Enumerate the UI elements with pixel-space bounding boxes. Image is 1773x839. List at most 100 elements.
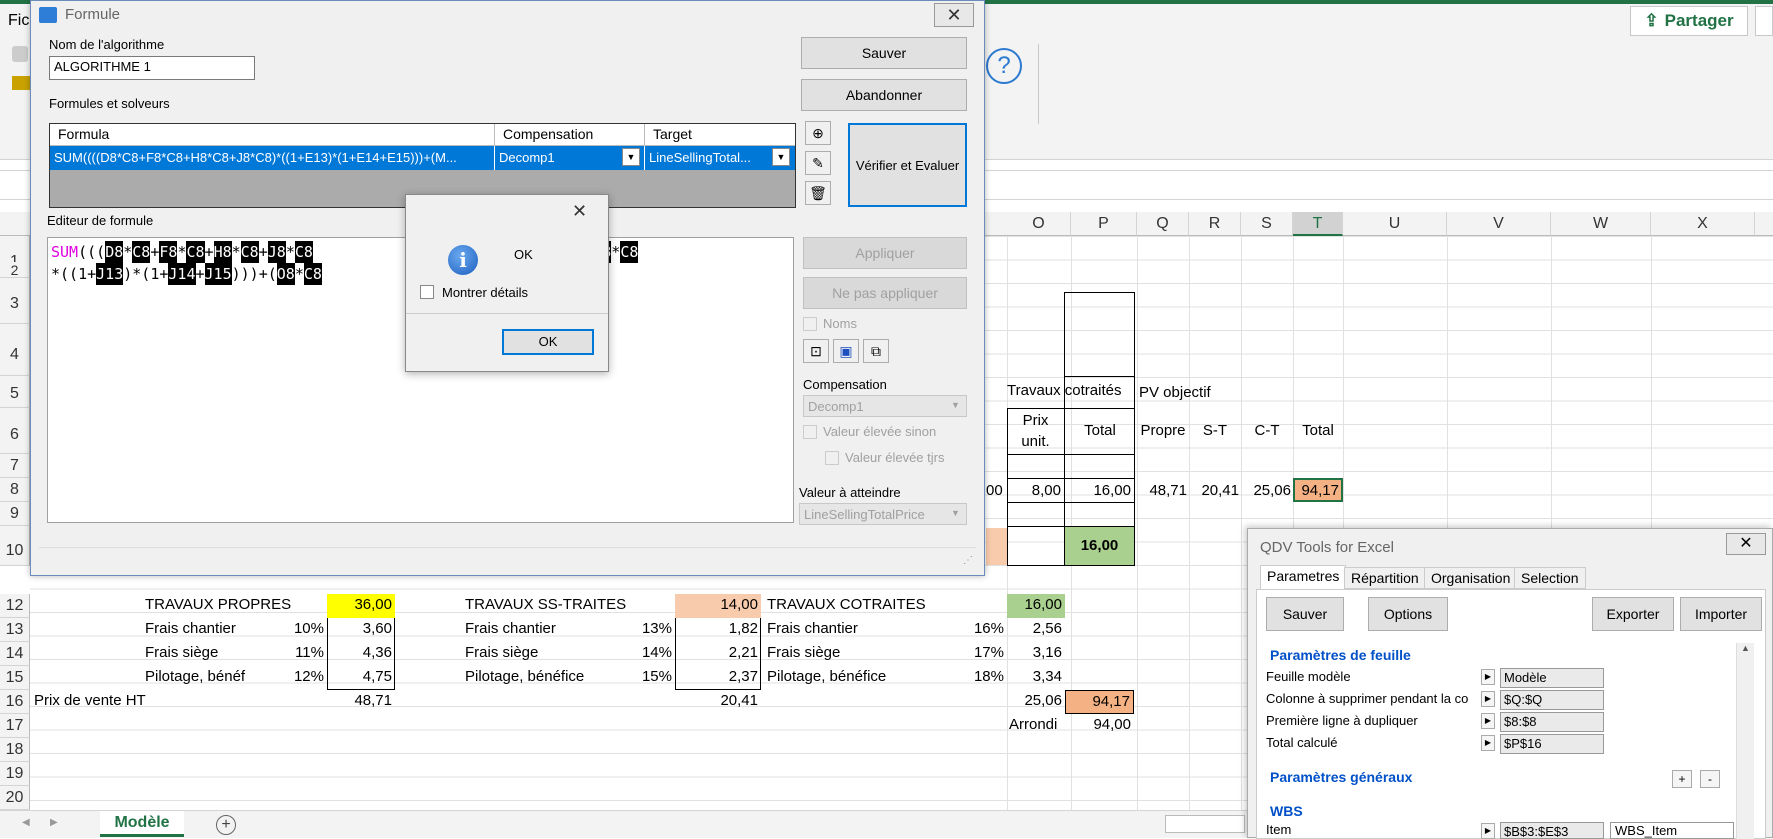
cell-value[interactable]: 4,75 [327,668,392,685]
trash-icon[interactable]: 🗑 [805,181,831,205]
expand-icon[interactable]: ⊡ [803,339,829,363]
cell-ct[interactable]: C-T [1241,422,1293,439]
ok-button[interactable]: OK [502,329,594,355]
remove-icon[interactable]: - [1700,770,1720,788]
tab-repartition[interactable]: Répartition [1344,567,1426,589]
column-header[interactable]: V [1447,212,1551,236]
cell-value[interactable]: 94,17 [1065,690,1134,714]
cell-value[interactable]: 25,06 [1241,482,1291,499]
cell-label[interactable]: Prix de vente HT [34,692,146,709]
noms-checkbox[interactable] [803,317,817,331]
cell-label[interactable]: Pilotage, bénéf [145,668,245,685]
cell-value[interactable]: 15% [600,668,672,685]
close-button[interactable]: ✕ [934,3,974,27]
row-header[interactable]: 7 [0,454,30,478]
row-header[interactable]: 18 [0,738,30,762]
column-header[interactable]: R [1189,212,1241,236]
column-header[interactable]: S [1241,212,1293,236]
row-header[interactable]: 12 [0,594,30,618]
row-header[interactable]: 8 [0,478,30,502]
horizontal-scrollbar[interactable] [1165,815,1245,833]
cell-value[interactable]: 20,41 [1189,482,1239,499]
param-value[interactable]: Modèle [1500,668,1604,688]
cell-label[interactable]: TRAVAUX SS-TRAITES [465,596,626,613]
close-icon[interactable]: ✕ [572,201,587,222]
qdv-sauver-button[interactable]: Sauver [1266,597,1344,631]
cell-value[interactable]: 10% [260,620,324,637]
add-icon[interactable]: + [1672,770,1692,788]
cell-value[interactable]: 1,82 [675,620,758,637]
chevron-right-icon[interactable]: ▶ [1481,691,1495,707]
chevron-right-icon[interactable]: ▶ [1481,823,1495,839]
param-value[interactable]: $B$3:$E$3 [1500,822,1604,839]
cell-value[interactable]: 94,00 [1065,716,1131,733]
scroll-up-icon[interactable]: ▲ [1737,643,1754,653]
param-value[interactable]: $Q:$Q [1500,690,1604,710]
cell-label[interactable]: TRAVAUX COTRAITES [767,596,926,613]
cell-value[interactable]: 2,56 [1007,620,1062,637]
cell-travaux-cotraites[interactable]: Travaux cotraités [1007,382,1137,399]
formula-cell[interactable]: SUM((((D8*C8+F8*C8+H8*C8+J8*C8)*((1+E13)… [50,146,495,170]
cell-value[interactable]: 18% [940,668,1004,685]
row-header[interactable]: 6 [0,408,30,454]
row-header[interactable]: 13 [0,618,30,642]
column-header[interactable]: O [1007,212,1071,236]
appliquer-button[interactable]: Appliquer [803,237,967,269]
qdv-exporter-button[interactable]: Exporter [1592,597,1674,631]
valeur-elevee-tjrs-checkbox[interactable] [825,451,839,465]
column-header-compensation[interactable]: Compensation [495,124,645,146]
cell-value[interactable]: 14,00 [675,594,761,618]
column-header[interactable]: W [1551,212,1651,236]
row-header[interactable]: 2 [0,262,30,278]
cell-total[interactable]: Total [1065,422,1135,439]
montrer-details-checkbox[interactable] [420,285,434,299]
cell-label[interactable]: Frais chantier [145,620,236,637]
row-header[interactable]: 15 [0,666,30,690]
title-bar[interactable]: Formule ✕ [31,1,984,29]
chevron-right-icon[interactable]: ▶ [1481,713,1495,729]
cell-value[interactable]: 3,34 [1007,668,1062,685]
help-icon[interactable]: ? [986,48,1022,84]
cell-value[interactable]: 3,16 [1007,644,1062,661]
cell-value[interactable]: 11% [260,644,324,661]
cell-pv-objectif[interactable]: PV objectif [1139,384,1211,401]
scroll-left-icon[interactable]: ◀ [22,817,30,828]
cell-value[interactable]: 8,00 [1007,482,1061,499]
row-header[interactable]: 20 [0,786,30,810]
row-header[interactable]: 14 [0,642,30,666]
cell-value[interactable]: 13% [600,620,672,637]
column-header[interactable]: T [1293,212,1343,236]
cell-value[interactable]: 48,71 [1137,482,1187,499]
edit-icon[interactable]: ✎ [805,151,831,175]
nom-input[interactable]: ALGORITHME 1 [49,56,255,80]
column-header[interactable]: X [1651,212,1755,236]
abandonner-button[interactable]: Abandonner [801,79,967,111]
tab-organisation[interactable]: Organisation [1424,567,1518,589]
column-header-formula[interactable]: Formula [50,124,495,146]
cell-value[interactable]: 14% [600,644,672,661]
qdv-options-button[interactable]: Options [1368,597,1448,631]
sheet-tab-modele[interactable]: Modèle [100,811,184,837]
cell-value[interactable]: 25,06 [1007,692,1062,709]
cell-value[interactable]: 4,36 [327,644,392,661]
cell-label[interactable]: Frais siège [145,644,218,661]
param-value[interactable]: $P$16 [1500,734,1604,754]
row-header[interactable]: 17 [0,714,30,738]
add-sheet-icon[interactable]: + [216,815,236,835]
table-row[interactable]: SUM((((D8*C8+F8*C8+H8*C8+J8*C8)*((1+E13)… [50,146,795,170]
cell-selected[interactable]: 94,17 [1293,478,1343,502]
param-value[interactable]: $8:$8 [1500,712,1604,732]
cell-label[interactable]: Pilotage, bénéfice [767,668,886,685]
add-icon[interactable]: ⊕ [805,121,831,145]
tab-parametres[interactable]: Parametres [1260,565,1347,589]
ne-pas-appliquer-button[interactable]: Ne pas appliquer [803,277,967,309]
compensation-select[interactable]: Decomp1 [803,395,967,417]
resize-grip-icon[interactable]: ⋰ [963,555,973,566]
cell-total[interactable]: Total [1293,422,1343,439]
ribbon-icon[interactable] [12,46,28,62]
cell-label[interactable]: Frais siège [767,644,840,661]
cell-label[interactable]: Frais siège [465,644,538,661]
chevron-down-icon[interactable]: ▼ [622,148,640,166]
cell-label[interactable]: Pilotage, bénéfice [465,668,584,685]
cell-value[interactable]: 16,00 [1007,594,1065,618]
